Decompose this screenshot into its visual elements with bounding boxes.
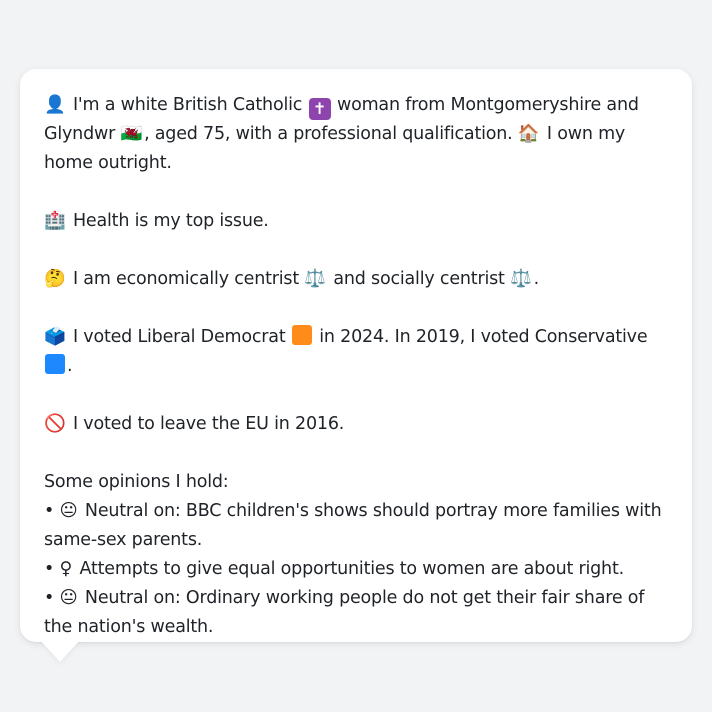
female-sign-icon: ♀ [59,559,73,579]
blue-square-icon [45,354,65,374]
intro-paragraph: 👤 I'm a white British Catholic ✝ woman f… [44,91,668,178]
health-text: Health is my top issue. [72,211,269,231]
balance-scale-icon: ⚖️ [510,269,532,289]
opinion-text: Neutral on: Ordinary working people do n… [44,588,645,637]
bullet: • [44,559,55,579]
opinions-heading: Some opinions I hold: [44,472,229,492]
politics-paragraph: 🤔 I am economically centrist ⚖️ and soci… [44,265,668,294]
latin-cross-icon: ✝ [308,98,331,120]
hospital-icon: 🏥 [44,211,66,231]
opinion-item: • ♀ Attempts to give equal opportunities… [44,555,668,584]
bubble-tail [40,640,80,662]
votes-paragraph: 🗳️ I voted Liberal Democrat in 2024. In … [44,323,668,381]
balance-scale-icon: ⚖️ [304,269,326,289]
bullet: • [44,588,55,608]
health-paragraph: 🏥 Health is my top issue. [44,207,668,236]
opinion-text: Neutral on: BBC children's shows should … [44,501,662,550]
brexit-paragraph: 🚫 I voted to leave the EU in 2016. [44,410,668,439]
brexit-text: I voted to leave the EU in 2016. [72,414,345,434]
votes-text-1: I voted Liberal Democrat [72,327,286,347]
intro-text-1: I'm a white British Catholic [72,95,303,115]
profile-text: 👤 I'm a white British Catholic ✝ woman f… [44,91,668,642]
thinking-face-icon: 🤔 [44,269,66,289]
votes-text-2: in 2024. In 2019, I voted Conservative [319,327,648,347]
profile-message-bubble: 👤 I'm a white British Catholic ✝ woman f… [20,69,692,642]
votes-text-3: . [67,356,73,376]
neutral-face-icon: 😐 [59,501,78,521]
opinion-item: • 😐 Neutral on: BBC children's shows sho… [44,497,668,555]
neutral-face-icon: 😐 [59,588,78,608]
politics-text-2: and socially centrist [333,269,505,289]
person-icon: 👤 [44,95,66,115]
ballot-box-icon: 🗳️ [44,327,66,347]
intro-text-3: , aged 75, with a professional qualifica… [144,124,513,144]
opinion-item: • 😐 Neutral on: Ordinary working people … [44,584,668,642]
politics-text-3: . [533,269,540,289]
house-icon: 🏠 [517,124,540,144]
wales-flag-icon: 🏴󠁧󠁢󠁷󠁬󠁳󠁿 [120,124,143,144]
opinion-text: Attempts to give equal opportunities to … [79,559,625,579]
bullet: • [44,501,55,521]
orange-square-icon [291,325,312,345]
prohibited-icon: 🚫 [44,414,66,434]
politics-text-1: I am economically centrist [72,269,299,289]
